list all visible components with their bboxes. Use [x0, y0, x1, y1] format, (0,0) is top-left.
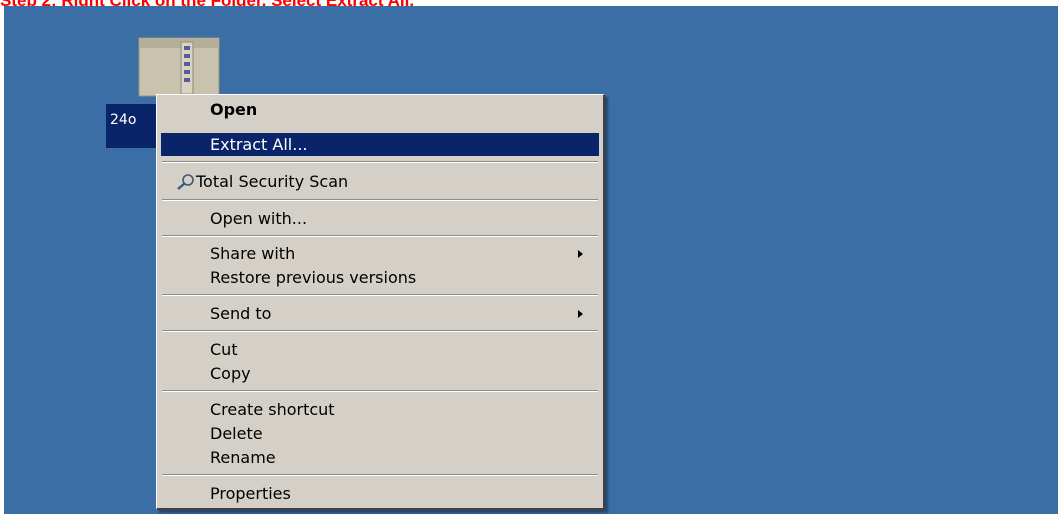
- menu-item-open[interactable]: Open: [161, 98, 599, 121]
- menu-separator: [162, 294, 598, 296]
- menu-item-restore-previous-versions-label: Restore previous versions: [210, 268, 417, 287]
- menu-item-open-label: Open: [210, 100, 258, 119]
- menu-item-total-security-scan-label: Total Security Scan: [196, 172, 349, 191]
- menu-separator: [162, 199, 598, 201]
- menu-item-share-with[interactable]: Share with: [161, 242, 599, 265]
- menu-item-create-shortcut[interactable]: Create shortcut: [161, 398, 599, 421]
- menu-item-share-with-label: Share with: [210, 244, 296, 263]
- menu-item-extract-all-label: Extract All...: [210, 135, 308, 154]
- submenu-arrow-icon: [578, 310, 583, 318]
- menu-item-open-with-label: Open with...: [210, 209, 308, 228]
- menu-separator: [162, 330, 598, 332]
- menu-item-total-security-scan[interactable]: Total Security Scan: [161, 170, 599, 193]
- menu-item-restore-previous-versions[interactable]: Restore previous versions: [161, 266, 599, 289]
- menu-item-open-with[interactable]: Open with...: [161, 207, 599, 230]
- menu-item-rename-label: Rename: [210, 448, 276, 467]
- menu-item-send-to[interactable]: Send to: [161, 302, 599, 325]
- menu-item-cut[interactable]: Cut: [161, 338, 599, 361]
- zip-folder-icon[interactable]: [137, 36, 225, 98]
- menu-separator: [162, 235, 598, 237]
- menu-item-copy-label: Copy: [210, 364, 251, 383]
- menu-separator: [162, 474, 598, 476]
- menu-separator: [162, 390, 598, 392]
- menu-item-delete-label: Delete: [210, 424, 263, 443]
- submenu-arrow-icon: [578, 250, 583, 258]
- menu-separator: [162, 161, 598, 163]
- menu-item-properties[interactable]: Properties: [161, 482, 599, 505]
- menu-item-extract-all[interactable]: Extract All...: [161, 133, 599, 156]
- menu-item-delete[interactable]: Delete: [161, 422, 599, 445]
- menu-item-cut-label: Cut: [210, 340, 238, 359]
- magnifier-icon: [175, 173, 197, 191]
- menu-item-rename[interactable]: Rename: [161, 446, 599, 469]
- context-menu: Open Extract All... Total Security Scan …: [156, 94, 605, 510]
- desktop[interactable]: 24o Open Extract All... Total Security S…: [4, 6, 1058, 514]
- menu-item-create-shortcut-label: Create shortcut: [210, 400, 335, 419]
- menu-item-properties-label: Properties: [210, 484, 291, 503]
- file-icon-label-text: 24o: [110, 112, 137, 128]
- menu-item-copy[interactable]: Copy: [161, 362, 599, 385]
- menu-item-send-to-label: Send to: [210, 304, 272, 323]
